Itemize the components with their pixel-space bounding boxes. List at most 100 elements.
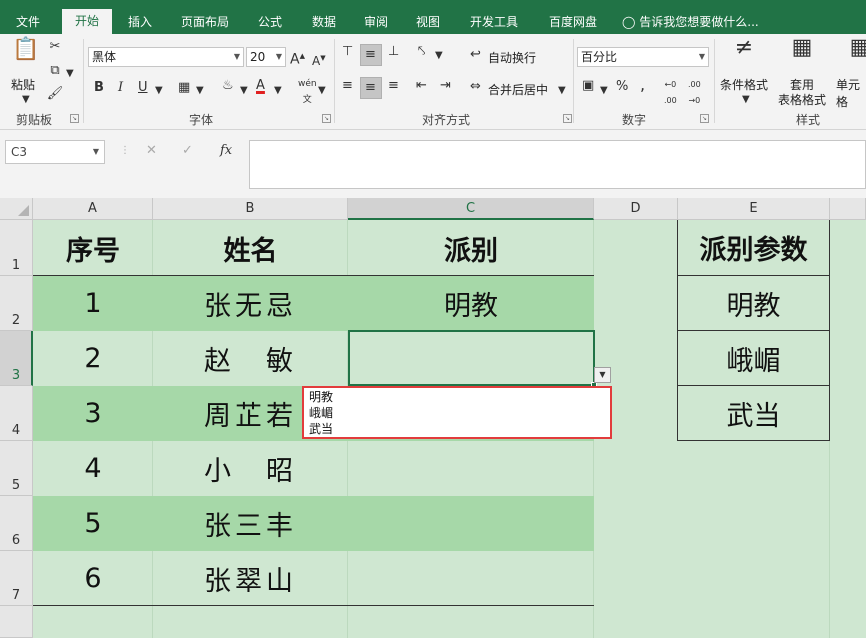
cell-a5[interactable]: 4 [33, 441, 153, 496]
row-header-2[interactable]: 2 [0, 276, 33, 331]
wrap-text-button[interactable]: 自动换行 [488, 49, 536, 66]
cell-b7[interactable]: 张翠山 [153, 551, 348, 606]
number-launcher-icon[interactable]: ↘ [700, 114, 709, 123]
row-header-6[interactable]: 6 [0, 496, 33, 551]
font-launcher-icon[interactable]: ↘ [322, 114, 331, 123]
param-header-cell[interactable]: 派别参数 [678, 220, 829, 275]
decrease-indent-icon[interactable]: ⇤ [416, 78, 427, 94]
increase-indent-icon[interactable]: ⇥ [440, 78, 451, 94]
tab-file[interactable]: 文件 [4, 0, 52, 34]
tab-baidu-netdisk[interactable]: 百度网盘 [538, 0, 608, 34]
cell-styles-icon[interactable]: ▦ [848, 37, 866, 59]
bold-button[interactable]: B [94, 80, 104, 96]
validation-dropdown-button[interactable]: ▼ [594, 367, 611, 383]
grow-font-icon[interactable]: A▲ [290, 48, 305, 68]
underline-dropdown-icon[interactable]: ▼ [155, 83, 163, 99]
italic-button[interactable]: I [118, 80, 123, 96]
border-icon[interactable]: ▦ [178, 80, 190, 96]
cell-c6[interactable] [348, 496, 594, 551]
tab-home[interactable]: 开始 [62, 9, 112, 34]
cell-c2[interactable]: 明教 [348, 276, 594, 331]
clipboard-launcher-icon[interactable]: ↘ [70, 114, 79, 123]
header-cell-sect[interactable]: 派别 [348, 220, 594, 276]
cell-b2[interactable]: 张无忌 [153, 276, 348, 331]
percent-style-button[interactable]: % [616, 79, 628, 95]
pinyin-icon[interactable]: wén 文 [298, 76, 317, 108]
conditional-format-icon[interactable]: ≠ [732, 37, 756, 59]
tell-me-search[interactable]: ◯ 告诉我您想要做什么... [622, 0, 759, 34]
dropdown-option-emei[interactable]: 峨嵋 [309, 405, 610, 421]
cell-c7[interactable] [348, 551, 594, 606]
select-all-corner[interactable] [0, 198, 33, 220]
merge-dropdown-icon[interactable]: ▼ [558, 83, 566, 99]
header-cell-name[interactable]: 姓名 [153, 220, 348, 276]
decrease-decimal-icon[interactable]: .00 →0 [688, 77, 701, 109]
tab-developer[interactable]: 开发工具 [460, 0, 528, 34]
merge-center-icon[interactable]: ⇔ [470, 79, 481, 95]
dropdown-option-wudang[interactable]: 武当 [309, 421, 610, 437]
tab-data[interactable]: 数据 [302, 0, 346, 34]
insert-function-icon[interactable]: fx [220, 143, 232, 159]
tab-insert[interactable]: 插入 [118, 0, 162, 34]
copy-icon[interactable]: ⧉ [46, 63, 64, 79]
cut-icon[interactable]: ✂ [46, 39, 64, 55]
orientation-dropdown-icon[interactable]: ▼ [435, 48, 443, 64]
tab-view[interactable]: 视图 [406, 0, 450, 34]
tab-page-layout[interactable]: 页面布局 [170, 0, 240, 34]
increase-decimal-icon[interactable]: ←0.00 [664, 77, 677, 109]
format-table-button-line2[interactable]: 表格格式 [770, 91, 834, 108]
align-left-icon[interactable]: ≡ [342, 78, 353, 94]
column-header-a[interactable]: A [33, 198, 153, 220]
cell-a3[interactable]: 2 [33, 331, 153, 386]
dropdown-option-mingjiao[interactable]: 明教 [309, 389, 610, 405]
paste-button-label[interactable]: 粘贴 [11, 76, 35, 93]
border-dropdown-icon[interactable]: ▼ [196, 83, 204, 99]
pinyin-dropdown-icon[interactable]: ▼ [318, 83, 326, 99]
row-header-3[interactable]: 3 [0, 331, 33, 386]
cell-a4[interactable]: 3 [33, 386, 153, 441]
cell-a6[interactable]: 5 [33, 496, 153, 551]
chevron-down-icon[interactable]: ▼ [22, 92, 30, 108]
align-bottom-icon[interactable]: ⊥ [388, 44, 399, 60]
wrap-text-icon[interactable]: ↩ [470, 47, 481, 63]
merge-center-button[interactable]: 合并后居中 [488, 81, 548, 98]
paste-icon[interactable]: 📋 [12, 39, 39, 72]
alignment-launcher-icon[interactable]: ↘ [563, 114, 572, 123]
number-format-select[interactable]: 百分比 ▼ [577, 47, 709, 67]
row-header-7[interactable]: 7 [0, 551, 33, 606]
align-right-icon[interactable]: ≡ [388, 78, 399, 94]
param-cell-1[interactable]: 明教 [678, 276, 829, 330]
cell-c5[interactable] [348, 441, 594, 496]
fill-color-dropdown-icon[interactable]: ▼ [240, 83, 248, 99]
format-table-icon[interactable]: ▦ [790, 37, 814, 59]
font-name-select[interactable]: 黑体 ▼ [88, 47, 244, 67]
copy-dropdown-icon[interactable]: ▼ [66, 66, 74, 82]
format-painter-icon[interactable]: 🖌 [46, 86, 64, 102]
tab-formulas[interactable]: 公式 [248, 0, 292, 34]
header-cell-seq[interactable]: 序号 [33, 220, 153, 276]
row-header-8[interactable] [0, 606, 33, 638]
column-header-d[interactable]: D [594, 198, 678, 220]
font-color-dropdown-icon[interactable]: ▼ [274, 83, 282, 99]
tab-review[interactable]: 审阅 [354, 0, 398, 34]
cell-b3[interactable]: 赵 敏 [153, 331, 348, 386]
column-header-c[interactable]: C [348, 198, 594, 220]
formula-input[interactable] [249, 140, 866, 189]
enter-icon[interactable]: ✓ [182, 143, 193, 159]
align-top-icon[interactable]: ⊤ [342, 44, 353, 60]
param-cell-3[interactable]: 武当 [678, 386, 829, 440]
orientation-icon[interactable]: ⤣ [418, 44, 425, 60]
row-header-1[interactable]: 1 [0, 220, 33, 276]
chevron-down-icon[interactable]: ▼ [742, 92, 750, 108]
underline-button[interactable]: U [138, 80, 148, 96]
name-box[interactable]: C3 ▼ [5, 140, 105, 164]
comma-style-icon[interactable]: , [640, 77, 645, 93]
font-color-icon[interactable]: A [256, 78, 265, 94]
fill-color-icon[interactable]: ♨ [222, 78, 234, 94]
cell-a7[interactable]: 6 [33, 551, 153, 606]
column-header-e[interactable]: E [678, 198, 830, 220]
param-cell-2[interactable]: 峨嵋 [678, 331, 829, 385]
shrink-font-icon[interactable]: A▼ [312, 50, 326, 69]
font-size-select[interactable]: 20 ▼ [246, 47, 286, 67]
conditional-format-button[interactable]: 条件格式 [720, 76, 768, 93]
